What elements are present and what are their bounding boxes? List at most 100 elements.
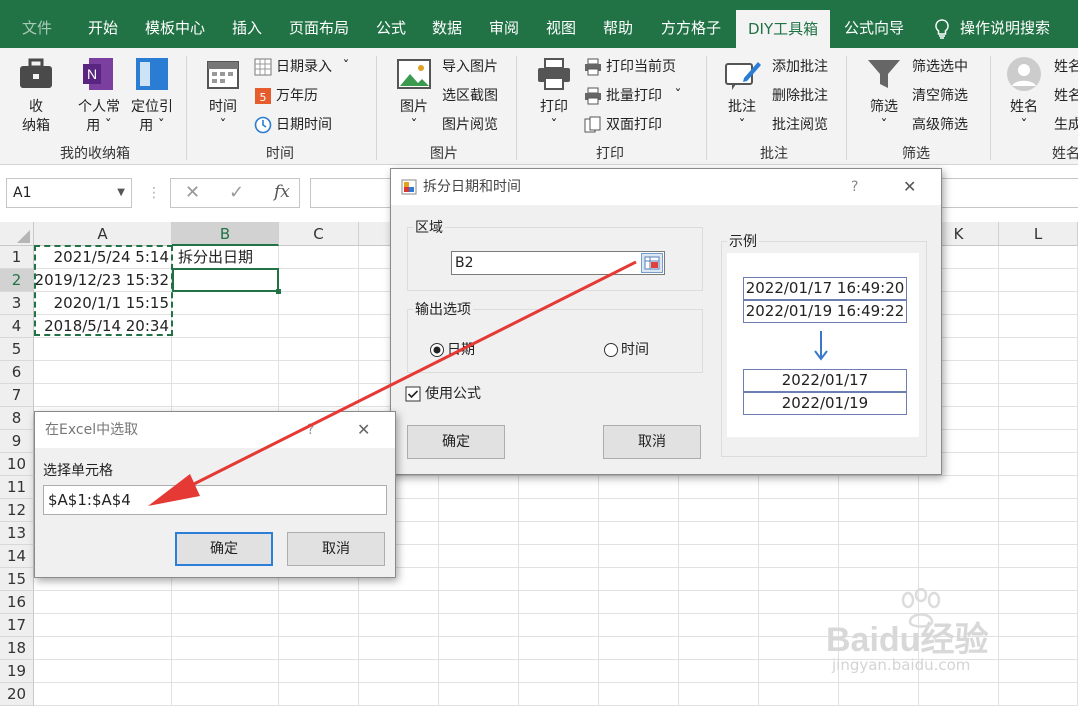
row-header[interactable]: 14 [0,545,34,568]
batch-print-button[interactable]: 批量打印 ˇ [584,85,681,107]
name-item-3[interactable]: 生成 [1054,114,1078,136]
tab-tell-me[interactable]: 操作说明搜索 [934,0,1050,48]
duplex-print-button[interactable]: 双面打印 [584,114,662,136]
row-header[interactable]: 9 [0,430,34,453]
fill-handle[interactable] [276,289,281,294]
perpetual-calendar-button[interactable]: 5 万年历 [254,85,318,107]
example-output-2: 2022/01/19 [743,392,907,415]
picture-browse-button[interactable]: 图片阅览 [442,114,498,136]
row-header[interactable]: 17 [0,614,34,637]
row-header[interactable]: 18 [0,637,34,660]
row-header[interactable]: 20 [0,683,34,706]
range-picker-button[interactable] [641,253,663,273]
row-header[interactable]: 15 [0,568,34,591]
cancel-x-icon[interactable]: ✕ [185,182,200,203]
tab-formula-wizard[interactable]: 公式向导 [844,0,904,48]
import-picture-button[interactable]: 导入图片 [442,56,498,78]
help-icon[interactable]: ? [851,169,858,205]
column-header[interactable]: B [172,222,279,246]
picture-label: 图片 [400,99,428,115]
row-header[interactable]: 4 [0,315,34,338]
delete-comment-button[interactable]: 删除批注 [772,85,828,107]
row-header[interactable]: 8 [0,407,34,430]
tab-fangfang[interactable]: 方方格子 [661,0,721,48]
filter-button[interactable]: 筛选 ˇ [862,56,906,136]
date-radio[interactable]: 日期 [429,339,475,359]
name-button[interactable]: 姓名 ˇ [1002,56,1046,136]
print-current-page-button[interactable]: 打印当前页 [584,56,676,78]
row-header[interactable]: 3 [0,292,34,315]
browse-comment-button[interactable]: 批注阅览 [772,114,828,136]
chevron-down-icon: ˇ [1020,118,1028,134]
confirm-check-icon[interactable]: ✓ [229,182,244,203]
select-ok-button[interactable]: 确定 [175,532,273,566]
row-header[interactable]: 19 [0,660,34,683]
select-range-input[interactable]: $A$1:$A$4 [43,485,387,515]
split-ok-button[interactable]: 确定 [407,425,505,459]
tab-help[interactable]: 帮助 [603,0,633,48]
tab-review[interactable]: 审阅 [489,0,519,48]
tab-insert[interactable]: 插入 [232,0,262,48]
tab-data[interactable]: 数据 [432,0,462,48]
group-label-comment: 批注 [760,146,788,162]
select-cancel-button[interactable]: 取消 [287,532,385,566]
comment-button[interactable]: 批注 ˇ [720,56,764,136]
time-button[interactable]: 时间 ˇ [200,56,246,136]
row-header[interactable]: 13 [0,522,34,545]
row-header[interactable]: 5 [0,338,34,361]
name-box[interactable]: A1 ▼ [6,178,132,208]
row-header[interactable]: 12 [0,499,34,522]
funnel-icon [868,60,900,88]
use-formula-checkbox[interactable]: 使用公式 [405,383,481,403]
svg-text:N: N [87,66,97,82]
tab-file[interactable]: 文件 [22,0,52,48]
row-header[interactable]: 11 [0,476,34,499]
formula-buttons: ✕ ✓ fx [170,178,300,208]
row-header[interactable]: 6 [0,361,34,384]
tab-home[interactable]: 开始 [88,0,118,48]
picture-button[interactable]: 图片 ˇ [392,56,436,136]
tab-view[interactable]: 视图 [546,0,576,48]
column-header[interactable]: L [999,222,1078,246]
close-icon[interactable]: ✕ [357,412,370,448]
row-header[interactable]: 1 [0,246,34,269]
split-cancel-button[interactable]: 取消 [603,425,701,459]
help-icon[interactable]: ? [307,412,314,448]
filter-selected-button[interactable]: 筛选选中 [912,56,968,78]
storage-box-button[interactable]: 收 纳箱 [14,56,58,136]
radio-unselected-icon [604,343,618,357]
column-header[interactable]: A [34,222,172,246]
column-header[interactable]: C [279,222,359,246]
tab-page-layout[interactable]: 页面布局 [289,0,349,48]
tab-template-center[interactable]: 模板中心 [145,0,205,48]
locate-reference-button[interactable]: 定位引 用 ˇ [128,56,176,136]
date-entry-button[interactable]: 日期录入 ˇ [254,56,349,78]
active-cell-b2[interactable] [172,268,279,292]
row-header[interactable]: 16 [0,591,34,614]
name-item-2[interactable]: 姓名 [1054,85,1078,107]
name-item-1[interactable]: 姓名 [1054,56,1078,78]
region-screenshot-button[interactable]: 选区截图 [442,85,498,107]
group-separator [846,56,847,160]
row-header[interactable]: 10 [0,453,34,476]
add-comment-button[interactable]: 添加批注 [772,56,828,78]
time-radio[interactable]: 时间 [603,339,649,359]
area-input[interactable]: B2 [451,251,665,275]
range-select-icon [644,256,660,270]
row-header[interactable]: 2 [0,269,34,292]
tab-diy-toolbox[interactable]: DIY工具箱 [736,10,831,48]
toolbox-icon [20,58,52,88]
close-icon[interactable]: ✕ [903,169,916,205]
storage-box-label-1: 收 [29,99,43,115]
date-time-button[interactable]: 日期时间 [254,114,332,136]
personal-common-button[interactable]: N 个人常 用 ˇ [72,56,126,136]
tab-formulas[interactable]: 公式 [376,0,406,48]
cell-b1[interactable]: 拆分出日期 [178,246,253,269]
row-header[interactable]: 7 [0,384,34,407]
advanced-filter-button[interactable]: 高级筛选 [912,114,968,136]
clear-filter-button[interactable]: 清空筛选 [912,85,968,107]
calendar-icon [207,61,239,89]
insert-function-icon[interactable]: fx [274,182,290,202]
print-button[interactable]: 打印 ˇ [532,56,576,136]
select-all-corner[interactable] [0,222,34,246]
